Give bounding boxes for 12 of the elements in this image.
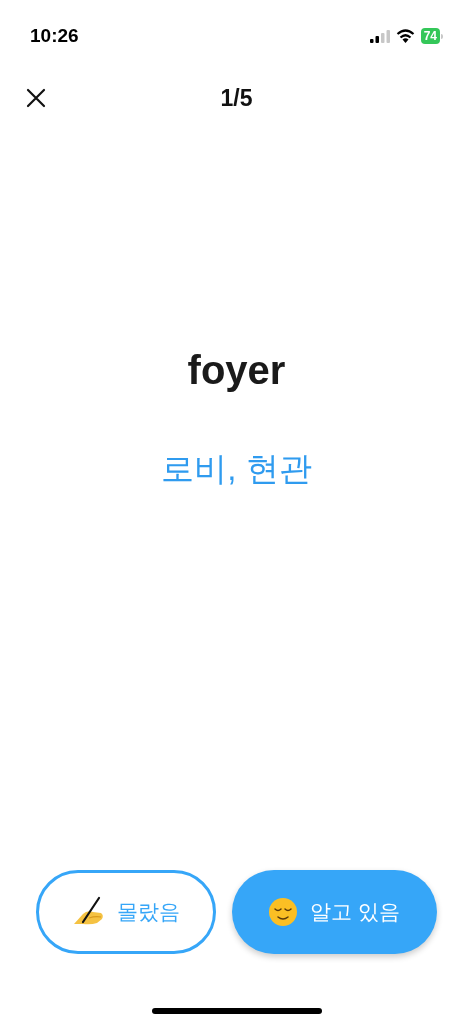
didnt-know-button[interactable]: 몰랐음 [36, 870, 216, 954]
status-time: 10:26 [30, 23, 79, 48]
knew-it-button[interactable]: 알고 있음 [231, 870, 437, 954]
close-button[interactable] [24, 86, 48, 110]
close-icon [26, 88, 46, 108]
progress-counter: 1/5 [220, 83, 253, 113]
meaning: 로비, 현관 [161, 449, 312, 489]
word: foyer [187, 347, 286, 394]
battery-level: 74 [420, 28, 440, 44]
wifi-icon [395, 29, 415, 43]
relieved-face-icon [268, 897, 299, 927]
signal-icon [369, 29, 390, 43]
